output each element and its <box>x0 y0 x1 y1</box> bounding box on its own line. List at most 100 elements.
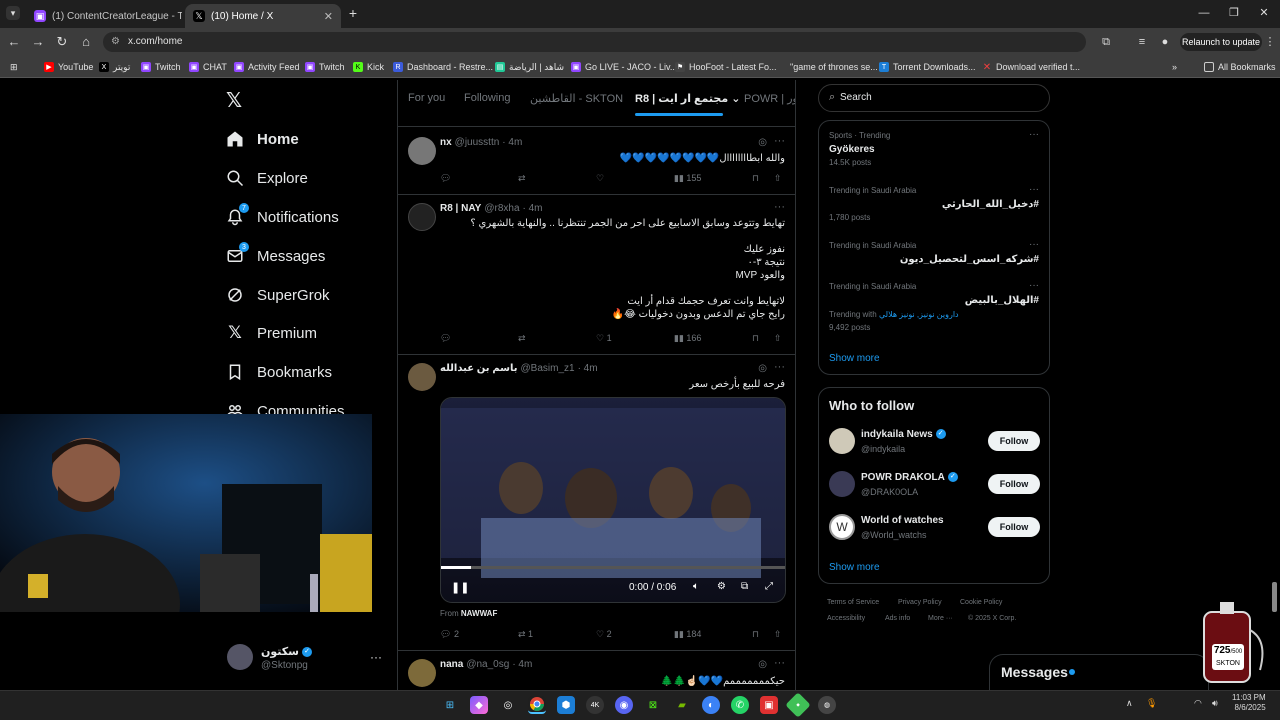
like-icon[interactable]: ♡ <box>596 173 604 184</box>
avatar[interactable]: W <box>829 514 855 540</box>
avatar[interactable] <box>408 203 436 231</box>
views-icon[interactable]: ▮▮ 155 <box>674 173 701 184</box>
share-icon[interactable]: ⇧ <box>774 333 782 344</box>
reply-icon[interactable]: 💬︎ <box>440 173 451 184</box>
settings-icon[interactable]: ⚙ <box>717 581 726 592</box>
bookmark-twitch[interactable]: ▣ Twitch <box>141 60 181 74</box>
bookmark-download[interactable]: ✕ Download verified t... <box>982 60 1080 74</box>
maximize-icon[interactable]: ❐ <box>1226 5 1242 21</box>
chrome-icon[interactable] <box>528 696 546 714</box>
new-tab-icon[interactable]: + <box>345 5 361 21</box>
start-icon[interactable]: ⊞ <box>441 696 459 714</box>
who-to-follow-show-more[interactable]: Show more <box>829 562 880 573</box>
avatar[interactable] <box>227 644 253 670</box>
menu-kebab-icon[interactable]: ⋮ <box>1262 34 1278 50</box>
media-control-icon[interactable]: ≡ <box>1134 34 1150 50</box>
bookmark-icon[interactable]: ⊓ <box>752 629 759 640</box>
sidebar-item-bookmarks[interactable]: Bookmarks <box>226 357 332 387</box>
like-icon[interactable]: ♡ 2 <box>596 629 612 640</box>
bookmark-chat[interactable]: ▣ CHAT <box>189 60 227 74</box>
post[interactable]: R8 | NAY @r8xha · 4m ··· تهايط وتتوعد وساب… <box>398 194 795 354</box>
footer-link[interactable]: Ads info <box>885 615 910 622</box>
tab-x-home[interactable]: 𝕏 (10) Home / X ✕ <box>185 4 341 28</box>
share-icon[interactable]: ⇧ <box>774 173 782 184</box>
bookmark-kick[interactable]: K Kick <box>353 60 384 74</box>
follow-button[interactable]: Follow <box>988 431 1040 451</box>
bookmark-activity-feed[interactable]: ▣ Activity Feed <box>234 60 300 74</box>
url-text[interactable]: x.com/home <box>128 36 182 47</box>
tab-for-you[interactable]: For you <box>408 92 445 104</box>
tab-community-skton[interactable]: القاطشين - SKTON <box>530 92 623 105</box>
post[interactable]: باسم بن عبدالله @Basim_z1 · 4m ◎ ··· فرحه … <box>398 354 795 650</box>
bookmark-go-live[interactable]: ▣ Go LIVE - JACO - Liv... <box>571 60 677 74</box>
footer-link[interactable]: More ··· <box>928 615 953 622</box>
bookmark-twitter[interactable]: X تويتر <box>99 60 130 74</box>
bookmark-icon[interactable]: ⊓ <box>752 173 759 184</box>
profile-icon[interactable]: ● <box>1157 34 1173 50</box>
pip-icon[interactable]: ⧉ <box>741 581 748 592</box>
app-icon[interactable]: ◐ <box>702 696 720 714</box>
views-icon[interactable]: ▮▮ 184 <box>674 629 701 640</box>
bookmark-shahid[interactable]: ▤ شاهد | الرياضة <box>495 60 564 74</box>
views-icon[interactable]: ▮▮ 166 <box>674 333 701 344</box>
trend-item[interactable]: Gyökeres <box>829 144 875 155</box>
video-player[interactable]: ❚❚ 0:00 / 0:06 🔈︎ ⚙ ⧉ ⤢ <box>440 397 786 603</box>
bookmark-hoofoot[interactable]: ⚑ HooFoot - Latest Fo... <box>675 60 777 74</box>
reply-icon[interactable]: 💬︎ 2 <box>440 629 459 640</box>
bookmark-got[interactable]: "game of thrones se... <box>790 60 878 74</box>
sidebar-item-supergrok[interactable]: SuperGrok <box>226 280 330 310</box>
app-icon[interactable]: ⬢ <box>557 696 575 714</box>
bookmark-restream[interactable]: R Dashboard - Restre... <box>393 60 493 74</box>
scrollbar-thumb[interactable] <box>1272 582 1277 612</box>
grok-icon[interactable]: ◎ <box>758 363 767 374</box>
avatar[interactable] <box>829 471 855 497</box>
bookmark-torrent[interactable]: T Torrent Downloads... <box>879 60 976 74</box>
bookmark-youtube[interactable]: ▶ YouTube <box>44 60 93 74</box>
search-input[interactable]: Search <box>840 92 872 103</box>
relaunch-button[interactable]: Relaunch to update <box>1180 33 1262 51</box>
grok-icon[interactable]: ◎ <box>758 137 767 148</box>
post-author[interactable]: nx @juussttn · 4m <box>440 137 522 148</box>
x-logo-icon[interactable]: 𝕏 <box>226 88 242 113</box>
follow-button[interactable]: Follow <box>988 474 1040 494</box>
avatar[interactable] <box>408 363 436 391</box>
app-icon[interactable]: ▣ <box>760 696 778 714</box>
all-bookmarks[interactable]: All Bookmarks <box>1204 60 1276 74</box>
like-icon[interactable]: ♡ 1 <box>596 333 612 344</box>
more-icon[interactable]: ··· <box>774 361 785 373</box>
mic-icon[interactable]: 🎙︎ <box>1146 698 1157 709</box>
avatar[interactable] <box>408 659 436 687</box>
home-button-icon[interactable]: ⌂ <box>78 34 94 50</box>
nvidia-icon[interactable]: ▰ <box>673 696 691 714</box>
messages-drawer[interactable]: Messages <box>989 654 1209 690</box>
site-info-icon[interactable]: ⚙ <box>111 36 120 47</box>
more-icon[interactable]: ··· <box>1029 280 1039 291</box>
account-more-icon[interactable]: ··· <box>370 650 382 664</box>
more-icon[interactable]: ··· <box>774 657 785 669</box>
suggested-account-name[interactable]: World of watches <box>861 515 944 526</box>
sidebar-item-notifications[interactable]: 7 Notifications <box>226 202 339 232</box>
share-icon[interactable]: ⇧ <box>774 629 782 640</box>
app-icon[interactable]: ⊠ <box>644 696 662 714</box>
sidebar-item-explore[interactable]: Explore <box>226 163 308 193</box>
copilot-icon[interactable]: ◆ <box>470 696 488 714</box>
reply-icon[interactable]: 💬︎ <box>440 333 451 344</box>
reload-icon[interactable]: ↻ <box>54 34 70 50</box>
pause-icon[interactable]: ❚❚ <box>451 581 469 594</box>
more-icon[interactable]: ··· <box>1029 129 1039 140</box>
trend-item[interactable]: #الهلال_بالبيض <box>965 295 1039 306</box>
apps-grid-icon[interactable]: ⊞ <box>10 60 18 74</box>
close-window-icon[interactable]: ✕ <box>1256 5 1272 21</box>
mute-icon[interactable]: 🔈︎ <box>693 581 699 592</box>
tab-community-powr[interactable]: POWR | باور <box>744 92 795 105</box>
follow-button[interactable]: Follow <box>988 517 1040 537</box>
suggested-account-name[interactable]: POWR DRAKOLA ✓ <box>861 472 958 483</box>
trend-item[interactable]: #دخيل_الله_الحارثي <box>942 199 1039 210</box>
tab-following[interactable]: Following <box>464 92 510 104</box>
volume-icon[interactable]: 🔊︎ <box>1212 698 1218 709</box>
more-icon[interactable]: ··· <box>774 201 785 213</box>
footer-link[interactable]: Cookie Policy <box>960 599 1002 606</box>
repost-icon[interactable]: ⇄ <box>518 173 526 184</box>
suggested-account-name[interactable]: indykaila News ✓ <box>861 429 946 440</box>
search-box[interactable]: ⌕ Search <box>818 84 1050 112</box>
